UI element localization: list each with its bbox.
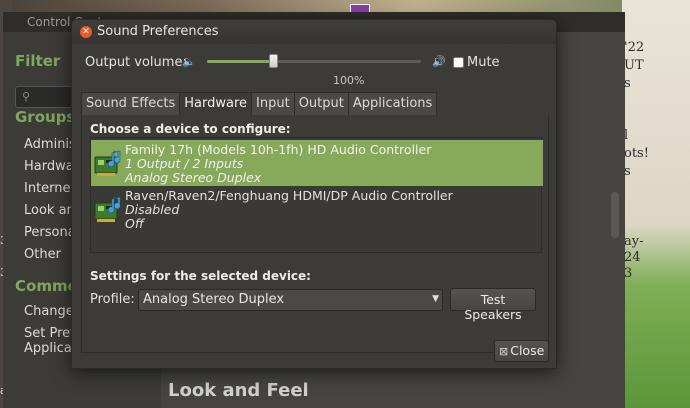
tab-applications[interactable]: Applications — [347, 92, 438, 115]
sound-preferences-dialog: ✕ Sound Preferences Output volume: 🔈 🔊 M… — [71, 19, 557, 369]
search-icon: ⚲ — [22, 90, 31, 103]
group-item[interactable]: Internet — [24, 181, 76, 196]
hardware-panel: Choose a device to configure: Family 17h… — [81, 115, 549, 353]
volume-slider-handle[interactable] — [269, 54, 278, 68]
profile-label: Profile: — [90, 292, 135, 307]
device-item[interactable]: Family 17h (Models 10h-1fh) HD Audio Con… — [91, 140, 543, 186]
tab-sound-effects[interactable]: Sound Effects — [81, 92, 181, 115]
filter-search-input[interactable]: ⚲ — [15, 86, 75, 108]
common-heading: Commo — [15, 277, 78, 295]
choose-device-label: Choose a device to configure: — [90, 122, 291, 136]
wallpaper-text: ay- — [624, 234, 644, 249]
wallpaper-text: s — [624, 76, 631, 91]
wallpaper-text: ots! — [624, 146, 649, 161]
filter-heading: Filter — [15, 52, 61, 70]
tab-hardware[interactable]: Hardware — [179, 92, 253, 115]
test-speakers-button[interactable]: Test Speakers — [450, 288, 536, 322]
device-list: Family 17h (Models 10h-1fh) HD Audio Con… — [90, 137, 543, 253]
speaker-low-icon: 🔈 — [182, 55, 196, 68]
close-button-label: Close — [510, 343, 545, 358]
look-and-feel-heading: Look and Feel — [168, 380, 309, 401]
mute-label: Mute — [467, 55, 500, 70]
sound-card-icon — [94, 150, 121, 176]
wallpaper-text: 24 — [624, 250, 641, 265]
device-name: Family 17h (Models 10h-1fh) HD Audio Con… — [125, 142, 432, 157]
device-io-summary: Disabled — [125, 202, 180, 217]
device-io-summary: 1 Output / 2 Inputs — [125, 156, 244, 171]
wallpaper-text: '22 — [624, 40, 645, 55]
tab-input[interactable]: Input — [251, 92, 295, 115]
device-profile: Analog Stereo Duplex — [125, 170, 262, 185]
chevron-down-icon: ▼ — [432, 294, 439, 304]
tab-bar: Sound Effects Hardware Input Output Appl… — [81, 92, 438, 115]
volume-percent: 100% — [333, 74, 365, 87]
sound-card-icon — [94, 196, 121, 222]
close-button[interactable]: ⊠ Close — [494, 340, 549, 362]
speaker-high-icon: 🔊 — [432, 55, 446, 68]
output-volume-label: Output volume: — [85, 55, 187, 70]
profile-dropdown[interactable]: Analog Stereo Duplex ▼ — [138, 289, 443, 311]
profile-dropdown-value: Analog Stereo Duplex — [143, 292, 285, 307]
groups-heading: Groups — [15, 108, 76, 126]
close-icon[interactable]: ✕ — [80, 26, 92, 38]
volume-slider[interactable] — [207, 60, 421, 63]
common-item[interactable]: Set Pref — [24, 326, 75, 341]
settings-label: Settings for the selected device: — [90, 269, 311, 283]
common-item[interactable]: Applicat — [24, 341, 77, 356]
wallpaper-text: 3 — [624, 266, 633, 281]
device-name: Raven/Raven2/Fenghuang HDMI/DP Audio Con… — [125, 188, 453, 203]
group-item[interactable]: Other — [24, 247, 61, 262]
device-item[interactable]: Raven/Raven2/Fenghuang HDMI/DP Audio Con… — [91, 186, 543, 232]
device-profile: Off — [125, 216, 144, 231]
dialog-titlebar: ✕ Sound Preferences — [72, 20, 556, 44]
mute-checkbox[interactable] — [453, 57, 464, 68]
control-center-scrollbar[interactable] — [611, 192, 619, 238]
wallpaper-text: UT — [624, 58, 644, 73]
dialog-title: Sound Preferences — [97, 24, 219, 39]
tab-output[interactable]: Output — [293, 92, 349, 115]
group-item[interactable]: Persona — [24, 225, 76, 240]
close-icon: ⊠ — [499, 345, 509, 358]
wallpaper-text: s — [624, 164, 631, 179]
group-item[interactable]: Hardwa — [24, 159, 74, 174]
volume-slider-fill — [207, 60, 272, 63]
